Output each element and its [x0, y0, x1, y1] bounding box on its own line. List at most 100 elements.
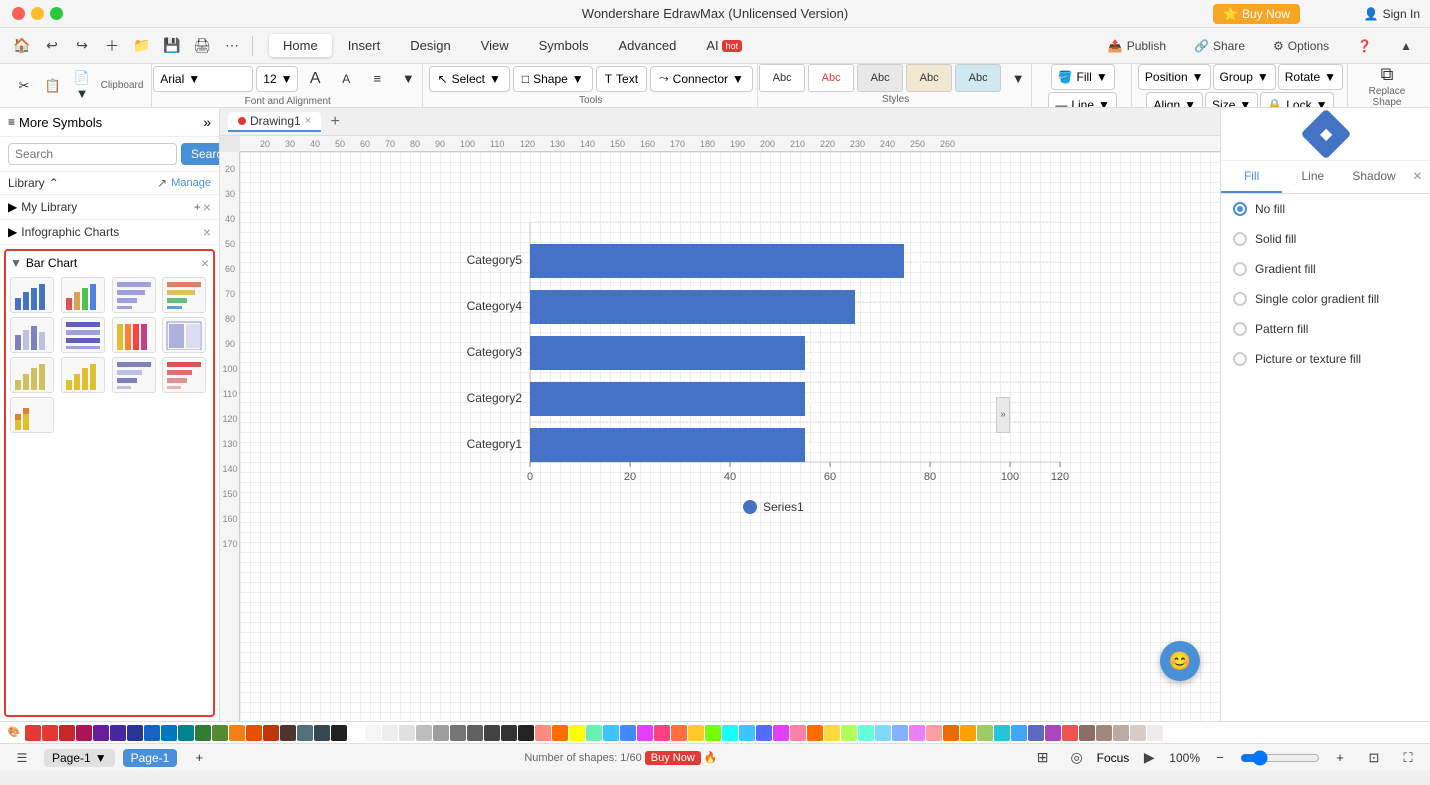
color-swatch[interactable] [586, 725, 602, 741]
font-name-dropdown[interactable]: Arial ▼ [153, 66, 253, 92]
color-swatch[interactable] [1045, 725, 1061, 741]
layers-btn[interactable]: ⊞ [1029, 744, 1057, 772]
infographic-charts-row[interactable]: ▶ Infographic Charts × [0, 220, 219, 245]
copy-btn[interactable]: 📋 [39, 72, 67, 100]
chart-thumb-2[interactable] [61, 277, 105, 313]
line-tab[interactable]: Line [1282, 161, 1343, 193]
add-tab-btn[interactable]: + [325, 112, 345, 132]
color-swatch[interactable] [382, 725, 398, 741]
tab-symbols[interactable]: Symbols [525, 34, 603, 57]
color-swatch[interactable] [263, 725, 279, 741]
color-swatch[interactable] [943, 725, 959, 741]
select-dropdown[interactable]: ↖ Select ▼ [429, 66, 510, 92]
target-btn[interactable]: ◎ [1063, 744, 1091, 772]
zoom-in-btn[interactable]: + [1326, 744, 1354, 772]
maximize-button[interactable] [50, 7, 63, 20]
color-swatch[interactable] [110, 725, 126, 741]
line-dropdown[interactable]: — Line ▼ [1048, 92, 1117, 108]
zoom-out-btn[interactable]: − [1206, 744, 1234, 772]
search-input[interactable] [8, 143, 177, 165]
style-box-4[interactable]: Abc [906, 64, 952, 92]
open-btn[interactable]: 📁 [128, 32, 156, 60]
chart-thumb-7[interactable] [112, 317, 156, 353]
color-swatch[interactable] [552, 725, 568, 741]
search-button[interactable]: Search [181, 143, 220, 165]
group-dropdown[interactable]: Group ▼ [1213, 64, 1276, 90]
color-swatch[interactable] [790, 725, 806, 741]
color-swatch[interactable] [960, 725, 976, 741]
gradient-fill-option[interactable]: Gradient fill [1221, 254, 1430, 284]
lock-dropdown[interactable]: 🔒 Lock ▼ [1260, 92, 1334, 108]
color-swatch[interactable] [1130, 725, 1146, 741]
redo-btn[interactable]: ↪ [68, 32, 96, 60]
color-swatch[interactable] [722, 725, 738, 741]
tab-view[interactable]: View [467, 34, 523, 57]
color-swatch[interactable] [569, 725, 585, 741]
undo-btn[interactable]: ↩ [38, 32, 66, 60]
fit-page-btn[interactable]: ⊡ [1360, 744, 1388, 772]
paste-dropdown[interactable]: ▼ [68, 86, 96, 100]
no-fill-option[interactable]: No fill [1221, 194, 1430, 224]
style-box-3[interactable]: Abc [857, 64, 903, 92]
color-swatch[interactable] [212, 725, 228, 741]
color-swatch[interactable] [858, 725, 874, 741]
color-swatch[interactable] [994, 725, 1010, 741]
pattern-fill-radio[interactable] [1233, 322, 1247, 336]
chat-button[interactable]: 😊 [1160, 641, 1200, 681]
position-dropdown[interactable]: Position ▼ [1138, 64, 1211, 90]
tab-advanced[interactable]: Advanced [604, 34, 690, 57]
tab-ai[interactable]: AI hot [692, 34, 756, 57]
replace-shape-btn[interactable]: ⧉ [1373, 64, 1401, 85]
increase-font-btn[interactable]: A [301, 65, 329, 93]
color-swatch[interactable] [1079, 725, 1095, 741]
color-swatch[interactable] [739, 725, 755, 741]
chart-thumb-9[interactable] [10, 357, 54, 393]
drawing1-tab[interactable]: Drawing1 × [228, 112, 321, 132]
paste-btn[interactable]: 📄 [68, 71, 96, 85]
more-align-btn[interactable]: ▼ [394, 65, 422, 93]
more-styles-btn[interactable]: ▼ [1004, 64, 1032, 92]
connector-dropdown[interactable]: ⤳ Connector ▼ [650, 66, 753, 92]
solid-fill-radio[interactable] [1233, 232, 1247, 246]
color-swatch[interactable] [688, 725, 704, 741]
page1-active-btn[interactable]: Page-1 [123, 749, 178, 767]
color-swatch[interactable] [314, 725, 330, 741]
chart-thumb-8[interactable] [162, 317, 206, 353]
color-swatch[interactable] [603, 725, 619, 741]
more-btn[interactable]: ⋯ [218, 32, 246, 60]
texture-fill-option[interactable]: Picture or texture fill [1221, 344, 1430, 374]
color-swatch[interactable] [977, 725, 993, 741]
texture-fill-radio[interactable] [1233, 352, 1247, 366]
color-swatch[interactable] [620, 725, 636, 741]
sign-in-button[interactable]: 👤 Sign In [1364, 7, 1420, 21]
color-swatch[interactable] [756, 725, 772, 741]
publish-btn[interactable]: 📤 Publish [1098, 36, 1176, 56]
chart-thumb-12[interactable] [162, 357, 206, 393]
cut-btn[interactable]: ✂ [10, 72, 38, 100]
chart-thumb-1[interactable] [10, 277, 54, 313]
chart-thumb-11[interactable] [112, 357, 156, 393]
color-swatch[interactable] [892, 725, 908, 741]
color-swatch[interactable] [161, 725, 177, 741]
chart-thumb-6[interactable] [61, 317, 105, 353]
color-swatch[interactable] [875, 725, 891, 741]
color-swatch[interactable] [246, 725, 262, 741]
color-swatch[interactable] [841, 725, 857, 741]
play-btn[interactable]: ▶ [1135, 744, 1163, 772]
color-swatch[interactable] [178, 725, 194, 741]
color-swatch[interactable] [144, 725, 160, 741]
solid-fill-option[interactable]: Solid fill [1221, 224, 1430, 254]
home-icon-btn[interactable]: 🏠 [8, 32, 36, 60]
rotate-dropdown[interactable]: Rotate ▼ [1278, 64, 1343, 90]
color-swatch[interactable] [518, 725, 534, 741]
pattern-fill-option[interactable]: Pattern fill [1221, 314, 1430, 344]
color-swatch[interactable] [93, 725, 109, 741]
right-panel-collapse[interactable]: » [996, 397, 1010, 433]
fill-dropdown[interactable]: 🪣 Fill ▼ [1051, 64, 1115, 90]
align-dropdown[interactable]: Align ▼ [1146, 92, 1203, 108]
color-swatch[interactable] [297, 725, 313, 741]
text-dropdown[interactable]: T Text [596, 66, 647, 92]
help-btn[interactable]: ❓ [1347, 36, 1382, 56]
minimize-button[interactable] [31, 7, 44, 20]
diamond-icon-btn[interactable]: ◆ [1300, 109, 1351, 160]
